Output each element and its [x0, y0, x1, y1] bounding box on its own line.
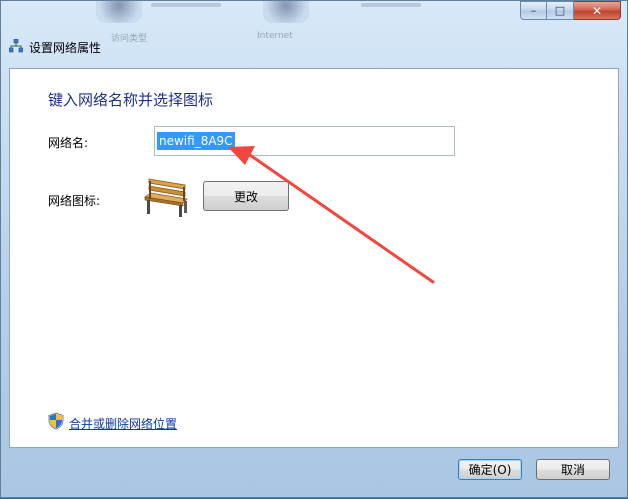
window-title: 设置网络属性 — [8, 38, 102, 57]
title-bar[interactable]: 访问类型 Internet – □ ✕ 设置网络属性 — [1, 1, 627, 61]
window-controls: – □ ✕ — [520, 1, 621, 20]
change-icon-button[interactable]: 更改 — [203, 181, 289, 211]
change-button-label: 更改 — [233, 189, 258, 204]
close-button[interactable]: ✕ — [574, 1, 621, 20]
maximize-icon: □ — [554, 4, 566, 17]
close-icon: ✕ — [591, 3, 603, 18]
background-icon — [96, 1, 142, 23]
cancel-button[interactable]: 取消 — [536, 459, 610, 480]
background-decor — [151, 3, 221, 7]
bench-icon — [141, 177, 191, 223]
cancel-button-label: 取消 — [560, 463, 585, 477]
button-bar: 确定(O) 取消 — [9, 448, 619, 493]
content-panel: 键入网络名称并选择图标 网络名: newifi_8A9C 网络图标: 更改 合并… — [9, 68, 619, 448]
page-heading: 键入网络名称并选择图标 — [48, 91, 214, 109]
dialog-window: 访问类型 Internet – □ ✕ 设置网络属性 键入网络名称并选择图标 网… — [0, 0, 628, 498]
network-name-label: 网络名: — [48, 136, 89, 150]
network-name-value: newifi_8A9C — [157, 132, 235, 150]
merge-locations-row: 合并或删除网络位置 — [48, 412, 177, 434]
background-label: 访问类型 — [111, 34, 148, 44]
background-label: Internet — [257, 31, 293, 41]
network-name-input[interactable]: newifi_8A9C — [154, 126, 455, 156]
ok-button[interactable]: 确定(O) — [458, 459, 522, 480]
network-icon-label: 网络图标: — [48, 194, 101, 208]
merge-delete-locations-link[interactable]: 合并或删除网络位置 — [69, 415, 177, 432]
window-title-text: 设置网络属性 — [29, 41, 102, 55]
background-globe-icon — [263, 1, 309, 23]
minimize-icon: – — [530, 4, 537, 17]
minimize-button[interactable]: – — [520, 1, 547, 20]
maximize-button[interactable]: □ — [547, 1, 574, 20]
network-icon — [8, 38, 24, 57]
shield-icon — [48, 412, 64, 434]
ok-button-label: 确定(O) — [468, 463, 512, 477]
background-decor — [361, 3, 421, 7]
